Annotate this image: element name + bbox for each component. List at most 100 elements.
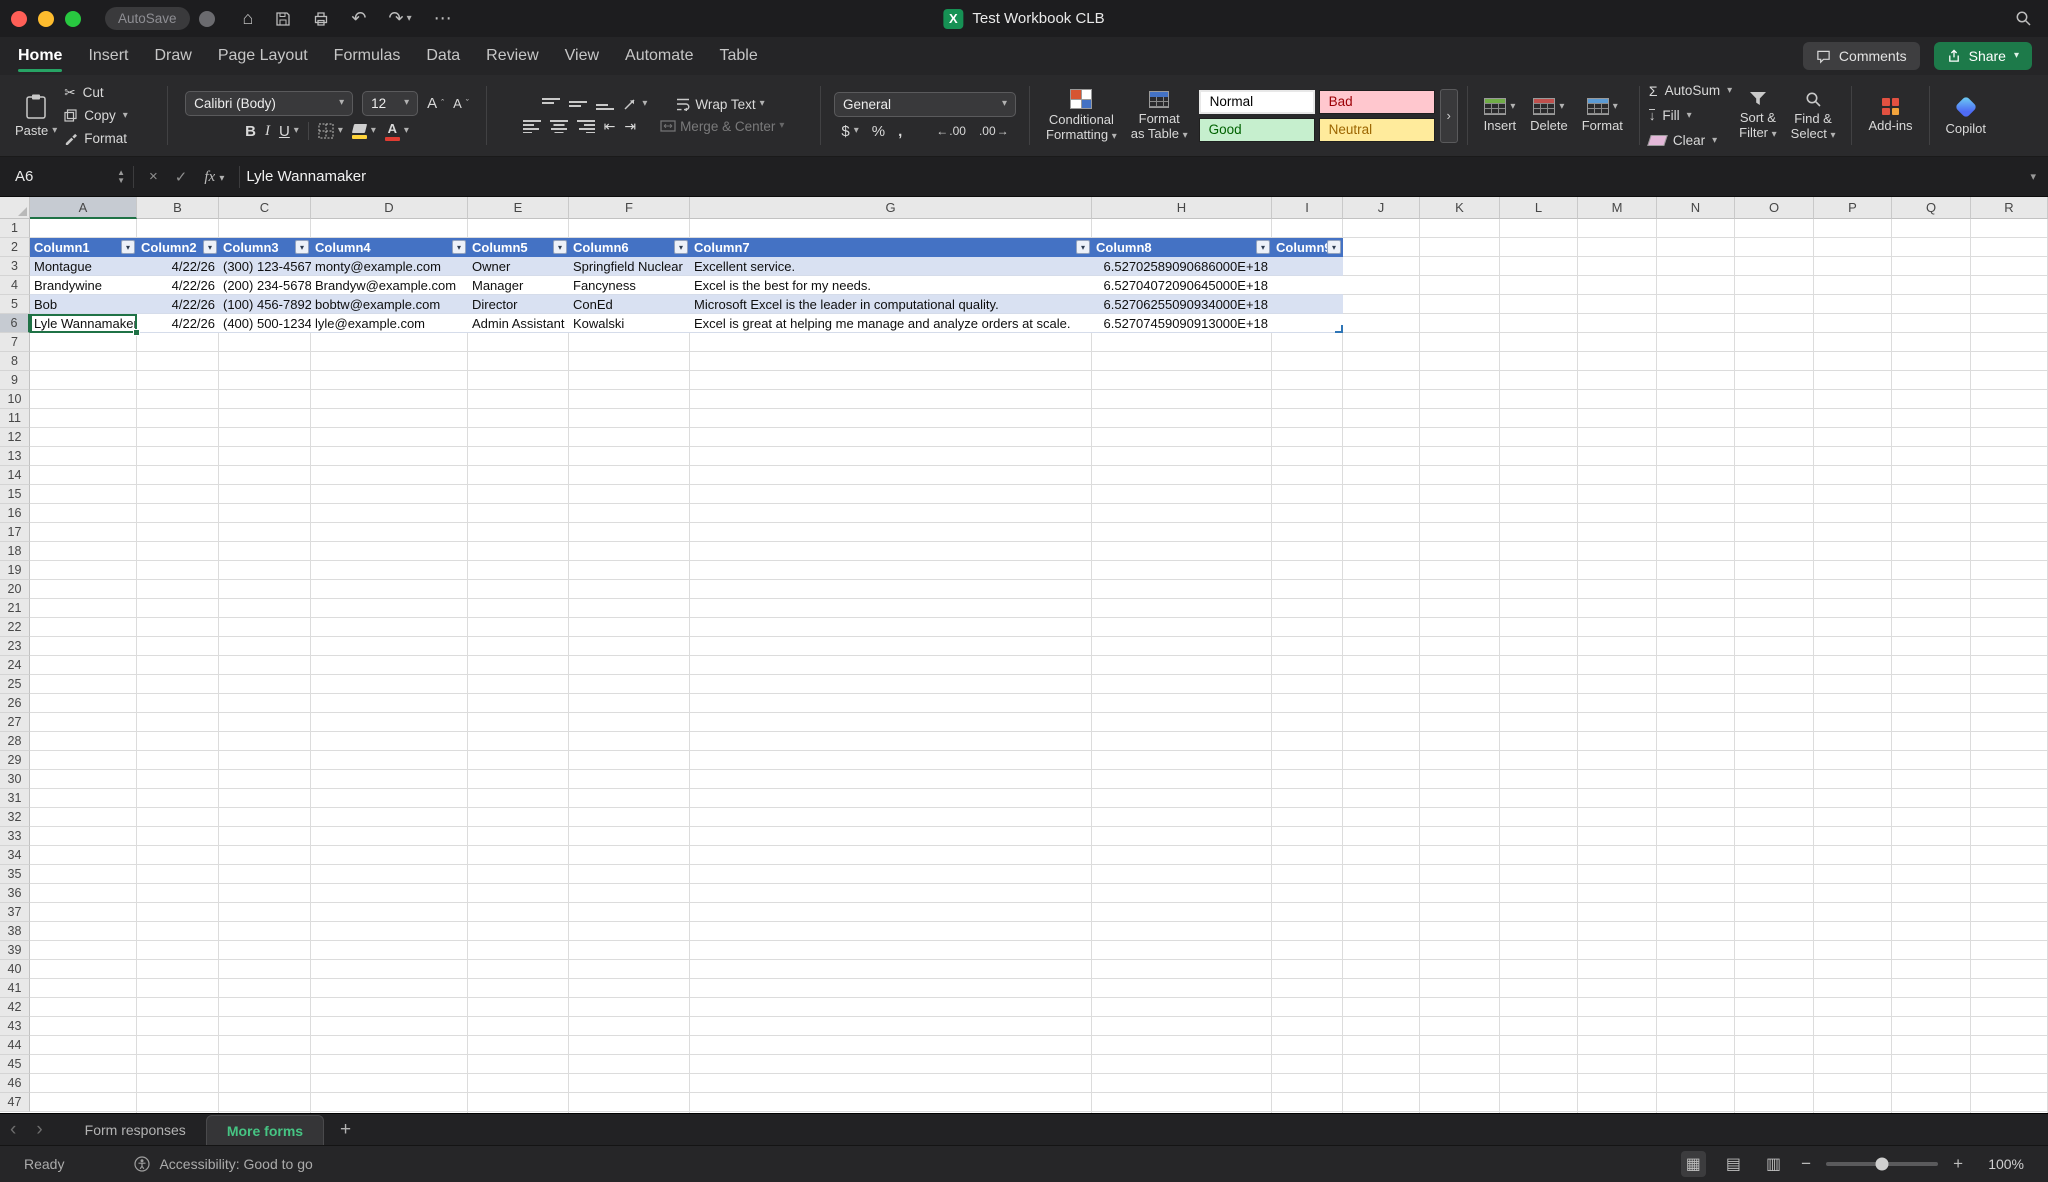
add-sheet-button[interactable]: + — [324, 1119, 367, 1141]
percent-format-button[interactable]: % — [872, 123, 885, 140]
undo-icon[interactable]: ↶ — [351, 8, 366, 29]
cell-B4[interactable]: 4/22/26 — [137, 276, 219, 295]
row-header-44[interactable]: 44 — [0, 1036, 30, 1055]
column-header-E[interactable]: E — [468, 197, 569, 219]
name-box-stepper[interactable]: ▲▼ — [117, 169, 133, 185]
column-header-R[interactable]: R — [1971, 197, 2048, 219]
column-header-L[interactable]: L — [1500, 197, 1578, 219]
clear-button[interactable]: Clear ▾ — [1649, 130, 1732, 152]
merge-center-button[interactable]: Merge & Center ▾ — [660, 119, 784, 134]
row-header-29[interactable]: 29 — [0, 751, 30, 770]
autosum-button[interactable]: Σ AutoSum ▾ — [1649, 80, 1732, 102]
table-header-column7[interactable]: Column7▾ — [690, 238, 1092, 257]
sheet-tab-form-responses[interactable]: Form responses — [65, 1114, 206, 1145]
conditional-formatting-button[interactable]: ConditionalFormatting ▾ — [1039, 89, 1124, 142]
column-header-O[interactable]: O — [1735, 197, 1814, 219]
ribbon-tab-home[interactable]: Home — [18, 37, 62, 75]
zoom-level[interactable]: 100% — [1978, 1156, 2024, 1172]
row-header-5[interactable]: 5 — [0, 295, 30, 314]
cell-E6[interactable]: Admin Assistant — [468, 314, 569, 333]
column-header-H[interactable]: H — [1092, 197, 1272, 219]
bold-button[interactable]: B — [245, 123, 256, 140]
fill-button[interactable]: ↓ Fill ▾ — [1649, 105, 1732, 127]
row-header-26[interactable]: 26 — [0, 694, 30, 713]
row-header-2[interactable]: 2 — [0, 238, 30, 257]
font-color-button[interactable]: A ▾ — [385, 122, 409, 141]
home-icon[interactable]: ⌂ — [243, 8, 254, 29]
cell-D4[interactable]: Brandyw@example.com — [311, 276, 468, 295]
cell-D3[interactable]: monty@example.com — [311, 257, 468, 276]
ribbon-tab-automate[interactable]: Automate — [625, 37, 693, 75]
row-header-39[interactable]: 39 — [0, 941, 30, 960]
styles-gallery-more-button[interactable]: › — [1440, 89, 1458, 143]
align-right-button[interactable] — [577, 119, 595, 133]
close-window-button[interactable] — [11, 11, 27, 27]
cell-C5[interactable]: (100) 456-7892 — [219, 295, 311, 314]
sheet-nav-back-icon[interactable]: ‹ — [0, 1120, 26, 1139]
cell-G6[interactable]: Excel is great at helping me manage and … — [690, 314, 1092, 333]
row-header-17[interactable]: 17 — [0, 523, 30, 542]
cell-F6[interactable]: Kowalski — [569, 314, 690, 333]
row-header-47[interactable]: 47 — [0, 1093, 30, 1112]
zoom-slider[interactable] — [1826, 1162, 1938, 1166]
page-layout-view-button[interactable]: ▤ — [1721, 1151, 1746, 1177]
fill-handle[interactable] — [133, 329, 140, 336]
row-header-11[interactable]: 11 — [0, 409, 30, 428]
find-select-button[interactable]: Find &Select ▾ — [1784, 91, 1843, 141]
column-header-Q[interactable]: Q — [1892, 197, 1971, 219]
row-header-25[interactable]: 25 — [0, 675, 30, 694]
row-header-32[interactable]: 32 — [0, 808, 30, 827]
row-header-22[interactable]: 22 — [0, 618, 30, 637]
cell-E3[interactable]: Owner — [468, 257, 569, 276]
font-family-combobox[interactable]: Calibri (Body) ▾ — [185, 91, 353, 116]
cell-C6[interactable]: (400) 500-1234 — [219, 314, 311, 333]
normal-view-button[interactable]: ▦ — [1681, 1151, 1706, 1177]
column-header-N[interactable]: N — [1657, 197, 1735, 219]
comma-format-button[interactable]: , — [898, 123, 902, 140]
row-header-10[interactable]: 10 — [0, 390, 30, 409]
cell-C3[interactable]: (300) 123-4567 — [219, 257, 311, 276]
row-header-21[interactable]: 21 — [0, 599, 30, 618]
orientation-button[interactable]: ▾ — [623, 97, 647, 111]
zoom-window-button[interactable] — [65, 11, 81, 27]
row-header-41[interactable]: 41 — [0, 979, 30, 998]
row-header-35[interactable]: 35 — [0, 865, 30, 884]
font-size-combobox[interactable]: 12 ▾ — [362, 91, 418, 116]
format-painter-button[interactable]: Format — [64, 128, 128, 150]
column-header-G[interactable]: G — [690, 197, 1092, 219]
row-header-23[interactable]: 23 — [0, 637, 30, 656]
format-cells-button[interactable]: ▾ Format — [1575, 98, 1630, 133]
row-header-13[interactable]: 13 — [0, 447, 30, 466]
row-header-9[interactable]: 9 — [0, 371, 30, 390]
ribbon-tab-formulas[interactable]: Formulas — [334, 37, 401, 75]
autosave-toggle[interactable]: AutoSave — [105, 7, 215, 30]
accessibility-status[interactable]: Accessibility: Good to go — [134, 1156, 312, 1172]
fill-color-button[interactable]: ▾ — [352, 124, 376, 139]
row-header-19[interactable]: 19 — [0, 561, 30, 580]
increase-font-size-button[interactable]: Aˆ — [427, 95, 444, 112]
cell-D6[interactable]: lyle@example.com — [311, 314, 468, 333]
row-header-8[interactable]: 8 — [0, 352, 30, 371]
row-header-20[interactable]: 20 — [0, 580, 30, 599]
filter-dropdown-icon[interactable]: ▾ — [1327, 240, 1341, 254]
align-top-button[interactable] — [542, 97, 560, 111]
filter-dropdown-icon[interactable]: ▾ — [452, 240, 466, 254]
align-bottom-button[interactable] — [596, 97, 614, 111]
column-header-I[interactable]: I — [1272, 197, 1343, 219]
cell-A5[interactable]: Bob — [30, 295, 137, 314]
cell-G5[interactable]: Microsoft Excel is the leader in computa… — [690, 295, 1092, 314]
cell-B3[interactable]: 4/22/26 — [137, 257, 219, 276]
row-header-45[interactable]: 45 — [0, 1055, 30, 1074]
cancel-entry-button[interactable]: × — [149, 168, 158, 185]
ribbon-tab-insert[interactable]: Insert — [88, 37, 128, 75]
delete-cells-button[interactable]: ▾ Delete — [1523, 98, 1575, 133]
insert-cells-button[interactable]: ▾ Insert — [1477, 98, 1524, 133]
align-middle-button[interactable] — [569, 97, 587, 111]
row-header-33[interactable]: 33 — [0, 827, 30, 846]
table-resize-handle[interactable] — [1335, 325, 1343, 333]
cell-B6[interactable]: 4/22/26 — [137, 314, 219, 333]
cell-E5[interactable]: Director — [468, 295, 569, 314]
zoom-out-button[interactable]: − — [1801, 1154, 1811, 1174]
ribbon-tab-view[interactable]: View — [565, 37, 599, 75]
select-all-corner[interactable] — [0, 197, 30, 219]
